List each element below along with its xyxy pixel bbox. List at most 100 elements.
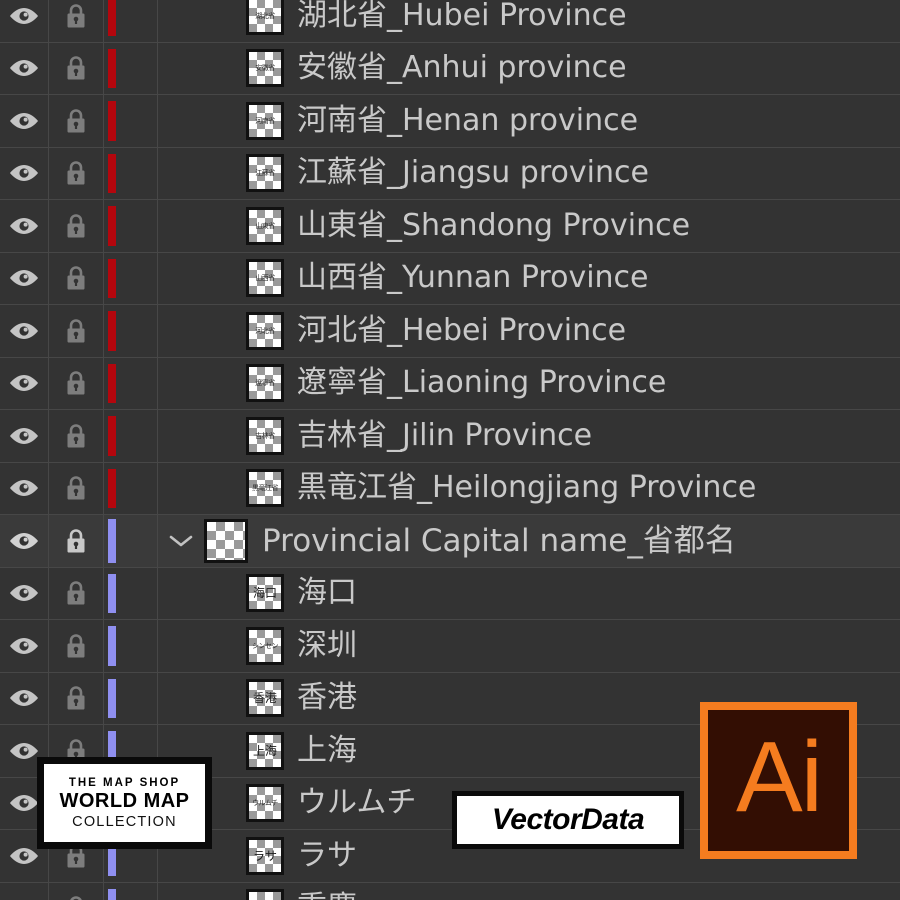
layer-row[interactable]: 遼寧省 遼寧省_Liaoning Province — [0, 357, 900, 410]
eye-icon[interactable] — [9, 479, 39, 497]
layer-name-label[interactable]: 上海 — [297, 734, 357, 767]
lock-icon[interactable] — [65, 265, 87, 291]
visibility-toggle[interactable] — [0, 410, 49, 462]
layer-row[interactable]: 重慶 重慶 — [0, 882, 900, 900]
lock-icon[interactable] — [65, 423, 87, 449]
lock-icon[interactable] — [65, 318, 87, 344]
eye-icon[interactable] — [9, 427, 39, 445]
eye-icon[interactable] — [9, 322, 39, 340]
layer-content[interactable]: シンセン 深圳 — [158, 620, 900, 672]
layer-row[interactable]: 黒竜江省 黒竜江省_Heilongjiang Province — [0, 462, 900, 515]
layer-name-label[interactable]: 山東省_Shandong Province — [297, 209, 690, 242]
layer-content[interactable]: 江蘇省 江蘇省_Jiangsu province — [158, 148, 900, 200]
lock-icon[interactable] — [65, 580, 87, 606]
layer-name-label[interactable]: 山西省_Yunnan Province — [297, 262, 649, 294]
layer-row[interactable]: 山西省 山西省_Yunnan Province — [0, 252, 900, 305]
layer-row[interactable]: 山東省 山東省_Shandong Province — [0, 200, 900, 253]
lock-toggle[interactable] — [49, 515, 104, 567]
layer-name-label[interactable]: 重慶 — [297, 892, 357, 900]
eye-icon[interactable] — [9, 794, 39, 812]
visibility-toggle[interactable] — [0, 672, 49, 724]
eye-icon[interactable] — [9, 112, 39, 130]
layer-thumbnail[interactable]: 遼寧省 — [246, 364, 284, 403]
lock-icon[interactable] — [65, 685, 87, 711]
layer-name-label[interactable]: 安徽省_Anhui province — [297, 52, 627, 84]
lock-toggle[interactable] — [49, 0, 104, 42]
eye-icon[interactable] — [9, 689, 39, 707]
lock-toggle[interactable] — [49, 620, 104, 672]
layer-thumbnail[interactable] — [204, 518, 248, 563]
layer-name-label[interactable]: 湖北省_Hubei Province — [297, 0, 627, 32]
lock-toggle[interactable] — [49, 567, 104, 619]
layer-thumbnail[interactable]: 重慶 — [246, 889, 284, 900]
eye-icon[interactable] — [9, 847, 39, 865]
layer-thumbnail[interactable]: 吉林省 — [246, 416, 284, 455]
lock-toggle[interactable] — [49, 882, 104, 900]
layer-thumbnail[interactable]: 香港 — [246, 679, 284, 718]
visibility-toggle[interactable] — [0, 882, 49, 900]
lock-icon[interactable] — [65, 55, 87, 81]
layer-name-label[interactable]: 深圳 — [297, 629, 357, 662]
visibility-toggle[interactable] — [0, 95, 49, 147]
lock-toggle[interactable] — [49, 672, 104, 724]
layer-name-label[interactable]: 香港 — [297, 682, 357, 714]
lock-icon[interactable] — [65, 213, 87, 239]
layer-row[interactable]: 河南省 河南省_Henan province — [0, 95, 900, 148]
lock-icon[interactable] — [65, 633, 87, 659]
chevron-down-icon[interactable] — [168, 533, 194, 549]
lock-icon[interactable] — [65, 108, 87, 134]
layer-thumbnail[interactable]: 河南省 — [246, 101, 284, 140]
eye-icon[interactable] — [9, 637, 39, 655]
layer-thumbnail[interactable]: 湖北省 — [246, 0, 284, 35]
layer-content[interactable]: 山西省 山西省_Yunnan Province — [158, 253, 900, 305]
visibility-toggle[interactable] — [0, 515, 49, 567]
visibility-toggle[interactable] — [0, 200, 49, 252]
lock-toggle[interactable] — [49, 410, 104, 462]
lock-toggle[interactable] — [49, 95, 104, 147]
eye-icon[interactable] — [9, 164, 39, 182]
layer-content[interactable]: 海口 海口 — [158, 568, 900, 620]
visibility-toggle[interactable] — [0, 0, 49, 42]
visibility-toggle[interactable] — [0, 42, 49, 94]
layer-content[interactable]: Provincial Capital name_省都名 — [158, 515, 900, 567]
lock-icon[interactable] — [65, 160, 87, 186]
layer-thumbnail[interactable]: ウルムチ — [246, 784, 284, 823]
layer-content[interactable]: 河南省 河南省_Henan province — [158, 95, 900, 147]
layer-content[interactable]: 安徽省 安徽省_Anhui province — [158, 43, 900, 95]
layer-content[interactable]: 河北省 河北省_Hebei Province — [158, 305, 900, 357]
layer-row[interactable]: 海口 海口 — [0, 567, 900, 620]
layer-name-label[interactable]: ラサ — [297, 839, 357, 872]
lock-toggle[interactable] — [49, 147, 104, 199]
layer-thumbnail[interactable]: 黒竜江省 — [246, 469, 284, 508]
layer-thumbnail[interactable]: 安徽省 — [246, 49, 284, 88]
layer-row[interactable]: 吉林省 吉林省_Jilin Province — [0, 410, 900, 463]
lock-icon[interactable] — [65, 3, 87, 29]
layer-row[interactable]: 江蘇省 江蘇省_Jiangsu province — [0, 147, 900, 200]
layer-row[interactable]: 湖北省 湖北省_Hubei Province — [0, 0, 900, 43]
layer-thumbnail[interactable]: 河北省 — [246, 311, 284, 350]
visibility-toggle[interactable] — [0, 357, 49, 409]
lock-icon[interactable] — [65, 528, 87, 554]
layer-thumbnail[interactable]: ラサ — [246, 836, 284, 875]
layer-name-label[interactable]: ウルムチ — [297, 787, 416, 819]
eye-icon[interactable] — [9, 584, 39, 602]
layer-thumbnail[interactable]: 海口 — [246, 574, 284, 613]
layer-row[interactable]: Provincial Capital name_省都名 — [0, 515, 900, 568]
layer-name-label[interactable]: 江蘇省_Jiangsu province — [297, 157, 649, 189]
layer-content[interactable]: 遼寧省 遼寧省_Liaoning Province — [158, 358, 900, 410]
layer-content[interactable]: 吉林省 吉林省_Jilin Province — [158, 410, 900, 462]
layer-thumbnail[interactable]: 山東省 — [246, 206, 284, 245]
lock-icon[interactable] — [65, 370, 87, 396]
eye-icon[interactable] — [9, 532, 39, 550]
layer-name-label[interactable]: 黒竜江省_Heilongjiang Province — [297, 472, 756, 504]
layer-content[interactable]: 重慶 重慶 — [158, 883, 900, 900]
lock-toggle[interactable] — [49, 252, 104, 304]
visibility-toggle[interactable] — [0, 567, 49, 619]
eye-icon[interactable] — [9, 374, 39, 392]
eye-icon[interactable] — [9, 7, 39, 25]
eye-icon[interactable] — [9, 59, 39, 77]
visibility-toggle[interactable] — [0, 305, 49, 357]
layer-row[interactable]: シンセン 深圳 — [0, 620, 900, 673]
lock-icon[interactable] — [65, 475, 87, 501]
visibility-toggle[interactable] — [0, 252, 49, 304]
